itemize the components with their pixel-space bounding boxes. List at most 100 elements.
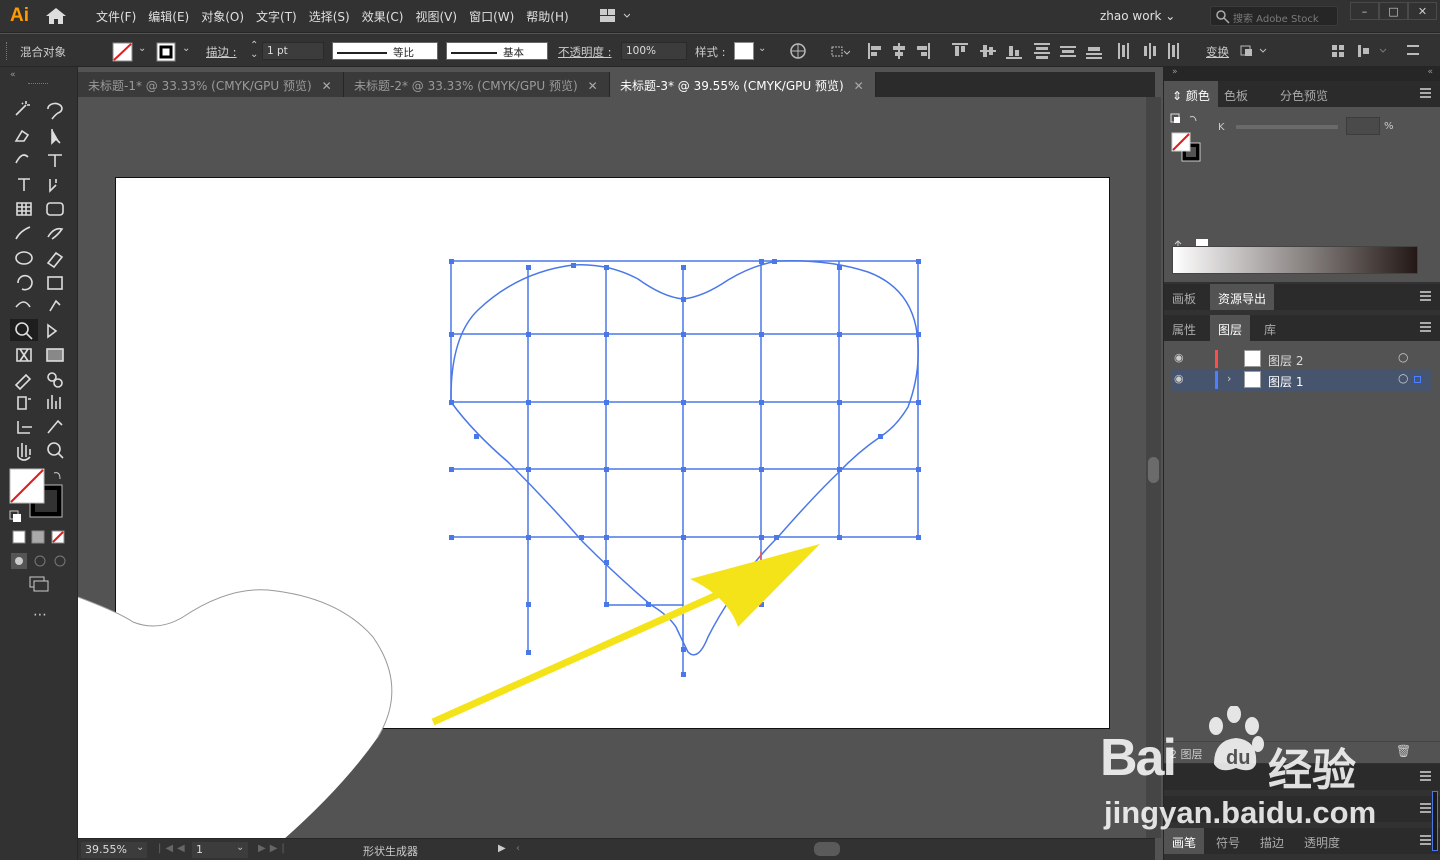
current-tool-label: 形状生成器: [363, 845, 418, 858]
fill-swatch[interactable]: [112, 42, 134, 62]
fill-stroke-mini[interactable]: [1170, 113, 1210, 163]
tab-swatches[interactable]: 色板: [1216, 81, 1256, 107]
artwork[interactable]: [78, 97, 1155, 840]
eye-icon[interactable]: ◉: [1174, 372, 1184, 385]
tab-properties[interactable]: 属性: [1164, 315, 1204, 341]
tab-document-2[interactable]: 未标题-2* @ 33.33% (CMYK/GPU 预览) ✕: [344, 72, 610, 97]
arrange-icons[interactable]: [1332, 43, 1392, 59]
layer-row[interactable]: ◉ › 图层 1 ○: [1172, 370, 1432, 391]
layer-name[interactable]: 图层 1: [1268, 373, 1303, 390]
grip-handle[interactable]: [28, 83, 48, 86]
menu-object[interactable]: 对象(O): [195, 8, 250, 25]
panel-menu-icon[interactable]: [1420, 835, 1431, 845]
panel-menu-icon[interactable]: [1420, 322, 1431, 332]
scroll-thumb[interactable]: [1148, 457, 1159, 483]
align-distribute-icons[interactable]: [868, 43, 1188, 59]
tab-stroke[interactable]: 描边: [1252, 828, 1292, 854]
chevron-down-icon[interactable]: ⌄: [758, 43, 766, 54]
tab-brushes[interactable]: 画笔: [1164, 828, 1205, 854]
panel-scrollbar[interactable]: [1432, 791, 1438, 851]
arrange-documents-icon[interactable]: [600, 9, 630, 23]
menu-select[interactable]: 选择(S): [303, 8, 356, 25]
target-icon[interactable]: ○: [1398, 350, 1408, 364]
close-icon[interactable]: ✕: [322, 79, 332, 93]
tab-separations[interactable]: 分色预览: [1272, 81, 1336, 107]
svg-text:du: du: [1226, 747, 1250, 769]
menu-edit[interactable]: 编辑(E): [142, 8, 195, 25]
layer-row[interactable]: ◉ 图层 2 ○: [1172, 349, 1432, 370]
chevron-down-icon[interactable]: ⌄: [138, 43, 146, 54]
control-menu-icon[interactable]: [1407, 45, 1419, 55]
expand-arrow-icon[interactable]: ›: [1227, 372, 1231, 385]
menu-view[interactable]: 视图(V): [409, 8, 463, 25]
layers-panel-tabs: 属性 图层 库: [1164, 315, 1440, 341]
color-spectrum-ramp[interactable]: [1172, 246, 1418, 274]
status-bar: 39.55% ⌄ |◀◀ 1 ⌄ ▶▶| 形状生成器 ▶ ‹: [78, 838, 1155, 860]
page-nav-next[interactable]: ▶▶|: [258, 843, 289, 854]
k-value-input[interactable]: [1346, 117, 1380, 135]
tab-symbols[interactable]: 符号: [1208, 828, 1248, 854]
panel-menu-icon[interactable]: [1420, 88, 1431, 98]
chevron-down-icon[interactable]: ⌄: [236, 842, 244, 853]
tab-document-1[interactable]: 未标题-1* @ 33.33% (CMYK/GPU 预览) ✕: [78, 72, 344, 97]
selection-type-label: 混合对象: [20, 45, 66, 59]
target-icon[interactable]: ○: [1398, 371, 1408, 385]
k-slider[interactable]: [1236, 125, 1338, 129]
tab-artboards[interactable]: 画板: [1164, 284, 1204, 310]
menu-file[interactable]: 文件(F): [90, 8, 142, 25]
chevron-down-icon[interactable]: ⌄: [182, 43, 190, 54]
opacity-input[interactable]: 100%: [621, 42, 687, 60]
stroke-swatch[interactable]: [156, 42, 176, 62]
transform-label[interactable]: 变换: [1206, 44, 1229, 60]
graphic-style-swatch[interactable]: [734, 42, 754, 60]
workspace-switcher[interactable]: zhao work ⌄: [1100, 9, 1175, 23]
tool-icons[interactable]: ⋯: [0, 97, 78, 637]
tab-document-3[interactable]: 未标题-3* @ 39.55% (CMYK/GPU 预览) ✕: [610, 72, 876, 97]
blob-shape: [78, 589, 392, 840]
selection-indicator[interactable]: [1414, 376, 1421, 383]
trash-icon[interactable]: 🗑: [1396, 744, 1411, 758]
tab-transparency[interactable]: 透明度: [1296, 828, 1348, 854]
paw-logo-icon: du: [1209, 706, 1264, 771]
color-panel: K %: [1164, 107, 1440, 282]
opacity-label[interactable]: 不透明度 :: [558, 44, 612, 60]
chevron-down-icon[interactable]: ⌄: [136, 842, 144, 853]
eye-icon[interactable]: ◉: [1174, 351, 1184, 364]
panel-menu-icon[interactable]: [1420, 771, 1431, 781]
tab-asset-export[interactable]: 资源导出: [1210, 284, 1275, 310]
collapse-icon[interactable]: «: [10, 70, 16, 80]
minimize-button[interactable]: –: [1350, 2, 1379, 20]
main-menu: 文件(F) 编辑(E) 对象(O) 文字(T) 选择(S) 效果(C) 视图(V…: [90, 8, 575, 25]
menu-help[interactable]: 帮助(H): [520, 8, 574, 25]
menu-effect[interactable]: 效果(C): [356, 8, 410, 25]
grip-handle[interactable]: [6, 42, 9, 60]
tab-layers[interactable]: 图层: [1210, 315, 1251, 341]
status-menu-arrow[interactable]: ▶: [498, 843, 506, 854]
panel-menu-icon[interactable]: [1420, 803, 1431, 813]
menu-type[interactable]: 文字(T): [250, 8, 303, 25]
brush-definition-select[interactable]: 基本: [446, 42, 548, 60]
panel-menu-icon[interactable]: [1420, 291, 1431, 301]
page-nav-prev[interactable]: |◀◀: [158, 843, 189, 854]
close-icon[interactable]: ✕: [588, 79, 598, 93]
canvas-area[interactable]: [78, 97, 1155, 840]
recolor-artwork-icon[interactable]: [790, 43, 806, 59]
horizontal-scroll-thumb[interactable]: [814, 842, 840, 856]
tab-color[interactable]: ⇕ 颜色: [1164, 81, 1218, 107]
stroke-weight-input[interactable]: 1 pt: [262, 42, 324, 60]
stroke-stepper[interactable]: ⌃ ⌄: [250, 41, 258, 60]
vertical-scrollbar[interactable]: [1146, 97, 1161, 838]
layer-name[interactable]: 图层 2: [1268, 352, 1303, 369]
close-window-button[interactable]: ✕: [1408, 2, 1437, 20]
variable-width-profile-select[interactable]: 等比: [332, 42, 438, 60]
isolate-group-icon[interactable]: [1240, 43, 1270, 59]
menu-window[interactable]: 窗口(W): [463, 8, 520, 25]
menu-bar: Ai 文件(F) 编辑(E) 对象(O) 文字(T) 选择(S) 效果(C) 视…: [0, 0, 1440, 33]
stroke-label[interactable]: 描边 :: [206, 44, 237, 60]
align-to-icon[interactable]: [830, 43, 850, 59]
tab-libraries[interactable]: 库: [1256, 315, 1284, 341]
scroll-left-arrow[interactable]: ‹: [516, 843, 520, 854]
close-icon[interactable]: ✕: [854, 79, 864, 93]
maximize-button[interactable]: □: [1379, 2, 1408, 20]
home-icon[interactable]: [45, 7, 67, 25]
